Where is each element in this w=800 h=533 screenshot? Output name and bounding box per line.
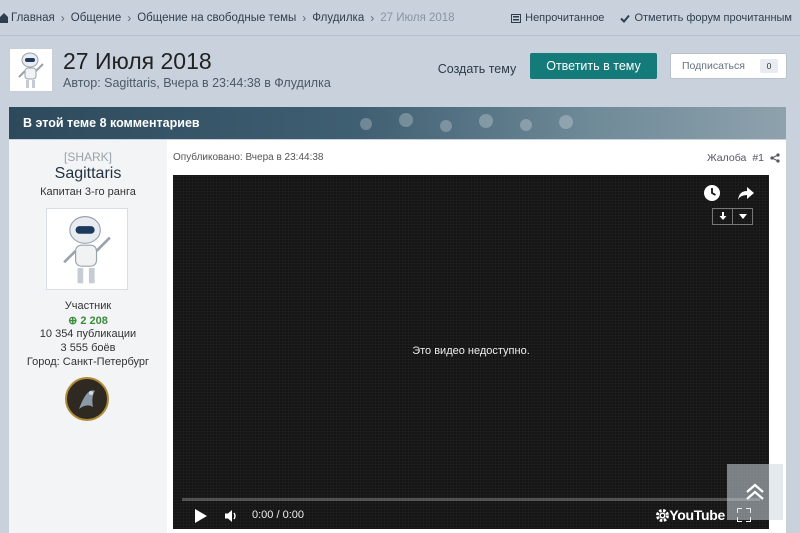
- post-number-link[interactable]: #1: [752, 152, 764, 164]
- author-group: Участник: [64, 300, 112, 312]
- scroll-to-top-button[interactable]: [727, 464, 783, 520]
- topic-meta: Автор: Sagittaris, Вчера в 23:44:38 в Фл…: [63, 76, 331, 90]
- sea-creature-icon: [79, 390, 95, 409]
- youtube-logo[interactable]: YouTube: [669, 507, 725, 523]
- download-control: [712, 208, 753, 225]
- mark-read-label: Отметить форум прочитанным: [634, 12, 792, 24]
- mark-read-link[interactable]: Отметить форум прочитанным: [620, 12, 792, 24]
- author-city: Город: Санкт-Петербург: [26, 356, 150, 368]
- topic-header: 27 Июля 2018 Автор: Sagittaris, Вчера в …: [9, 44, 789, 100]
- reputation-value: 2 208: [80, 315, 108, 327]
- volume-icon[interactable]: [225, 509, 239, 523]
- author-team[interactable]: [SHARK]: [9, 150, 167, 164]
- follow-button[interactable]: Подписаться 0: [670, 53, 787, 79]
- play-icon[interactable]: [195, 509, 207, 523]
- report-link[interactable]: Жалоба: [707, 152, 746, 164]
- follow-count-badge: 0: [760, 59, 778, 73]
- download-icon[interactable]: [713, 209, 732, 224]
- follow-label: Подписаться: [682, 60, 745, 72]
- author-reputation: ⊕ 2 208: [9, 314, 167, 327]
- unread-icon: [511, 13, 522, 23]
- chevron-right-icon: ›: [60, 10, 65, 25]
- chevron-down-icon[interactable]: [732, 209, 752, 224]
- video-unavailable-message: Это видео недоступно.: [412, 345, 530, 357]
- video-time: 0:00 / 0:00: [252, 509, 304, 521]
- chevron-up-icon: [746, 483, 764, 500]
- robot-avatar-icon: [63, 216, 111, 284]
- share-arrow-icon[interactable]: [737, 184, 755, 202]
- page-title: 27 Июля 2018: [63, 48, 212, 74]
- video-top-controls: [703, 184, 755, 202]
- plus-circle-icon: ⊕: [68, 315, 81, 327]
- header-actions: Непрочитанное Отметить форум прочитанным: [511, 0, 792, 36]
- breadcrumb: Главная › Общение › Общение на свободные…: [0, 11, 455, 25]
- author-avatar[interactable]: [46, 208, 128, 290]
- watch-later-icon[interactable]: [703, 184, 721, 202]
- comments-count-label: В этой теме 8 комментариев: [23, 116, 200, 130]
- author-posts: 10 354 публикации: [39, 328, 137, 340]
- unread-label: Непрочитанное: [525, 12, 605, 24]
- breadcrumb-general[interactable]: Общение: [71, 12, 121, 24]
- chevron-right-icon: ›: [370, 10, 375, 25]
- robot-avatar-icon: [18, 52, 44, 88]
- reply-button[interactable]: Ответить в тему: [530, 53, 657, 79]
- breadcrumb-free-topics[interactable]: Общение на свободные темы: [137, 12, 296, 24]
- comments-count-bar: В этой теме 8 комментариев: [9, 107, 786, 139]
- unread-link[interactable]: Непрочитанное: [511, 12, 604, 24]
- post-tools: Жалоба #1: [707, 152, 780, 164]
- video-player[interactable]: Это видео недоступно. 0:00 / 0:00 YouTub…: [173, 175, 769, 529]
- chevron-right-icon: ›: [127, 10, 132, 25]
- author-battles: 3 555 боёв: [60, 342, 116, 354]
- breadcrumb-bar: Главная › Общение › Общение на свободные…: [0, 0, 800, 36]
- decorative-pattern: [360, 113, 573, 132]
- breadcrumb-flood[interactable]: Флудилка: [312, 12, 364, 24]
- author-avatar-small[interactable]: [9, 48, 53, 92]
- post-published: Опубликовано: Вчера в 23:44:38: [173, 152, 324, 163]
- home-icon: [0, 12, 8, 23]
- checkmark-icon: [620, 14, 631, 23]
- settings-gear-icon[interactable]: [655, 508, 670, 523]
- breadcrumb-current: 27 Июля 2018: [380, 11, 455, 24]
- video-progress-bar[interactable]: [182, 498, 760, 501]
- author-rank: Капитан 3-го ранга: [40, 186, 136, 198]
- author-panel: [SHARK] Sagittaris Капитан 3-го ранга Уч…: [9, 140, 167, 533]
- breadcrumb-home[interactable]: Главная: [11, 12, 55, 24]
- medal-badge-icon[interactable]: [65, 377, 109, 421]
- share-icon[interactable]: [770, 153, 780, 163]
- create-topic-button[interactable]: Создать тему: [423, 56, 531, 82]
- post: [SHARK] Sagittaris Капитан 3-го ранга Уч…: [9, 140, 786, 533]
- author-name[interactable]: Sagittaris: [9, 165, 167, 183]
- chevron-right-icon: ›: [302, 10, 307, 25]
